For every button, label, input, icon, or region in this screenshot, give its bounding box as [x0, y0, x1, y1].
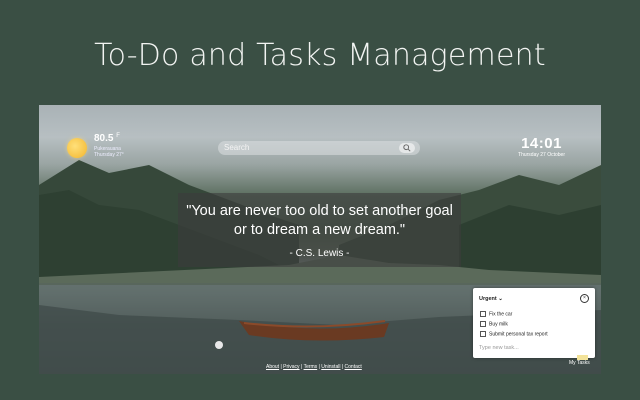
search-button[interactable]: [399, 143, 415, 153]
weather-location: Pukerauana Thursday 27°: [94, 146, 124, 158]
footer-links: About | Privacy | Terms | Uninstall | Co…: [266, 364, 362, 370]
new-task-input[interactable]: Type new task...: [479, 345, 519, 351]
task-checkbox[interactable]: [480, 311, 486, 317]
chevron-down-icon: ⌄: [498, 296, 503, 302]
temperature: 80.5 F: [94, 133, 120, 144]
task-label: Buy milk: [489, 321, 508, 328]
task-checkbox[interactable]: [480, 331, 486, 337]
task-item[interactable]: Buy milk: [480, 321, 508, 327]
promo-title: To-Do and Tasks Management: [94, 38, 546, 73]
clock-widget: 14:01 Thursday 27 October: [518, 135, 565, 158]
clock-time: 14:01: [521, 135, 562, 152]
task-checkbox[interactable]: [480, 321, 486, 327]
quote-author: - C.S. Lewis -: [289, 248, 350, 259]
task-item[interactable]: Submit personal tax report: [480, 331, 548, 337]
sun-icon: [67, 138, 87, 158]
tasks-panel: Urgent ⌄ × Fix the car Buy milk Submit p…: [473, 288, 595, 358]
weather-location-line2: Thursday 27°: [94, 152, 124, 158]
search-bar[interactable]: Search: [218, 141, 420, 155]
weather-widget[interactable]: 80.5 F Pukerauana Thursday 27°: [67, 132, 147, 162]
footer-link-uninstall[interactable]: Uninstall: [321, 364, 340, 370]
my-tasks-button[interactable]: My Tasks: [569, 360, 590, 366]
task-list-name: Urgent: [479, 296, 497, 302]
quote-text: "You are never too old to set another go…: [186, 203, 453, 238]
task-label: Submit personal tax report: [489, 331, 548, 338]
task-item[interactable]: Fix the car: [480, 311, 512, 317]
footer-link-privacy[interactable]: Privacy: [283, 364, 299, 370]
clock-date: Thursday 27 October: [518, 152, 565, 158]
search-input[interactable]: Search: [224, 143, 249, 152]
task-label: Fix the car: [489, 311, 513, 318]
footer-link-contact[interactable]: Contact: [345, 364, 362, 370]
footer-link-terms[interactable]: Terms: [304, 364, 318, 370]
quote-box: "You are never too old to set another go…: [178, 193, 461, 267]
newtab-screenshot: 80.5 F Pukerauana Thursday 27° Search 14…: [39, 105, 601, 374]
close-icon[interactable]: ×: [580, 294, 589, 303]
footer-link-about[interactable]: About: [266, 364, 279, 370]
search-icon: [403, 144, 411, 152]
temperature-unit: F: [116, 133, 120, 139]
task-list-selector[interactable]: Urgent ⌄: [479, 296, 503, 302]
